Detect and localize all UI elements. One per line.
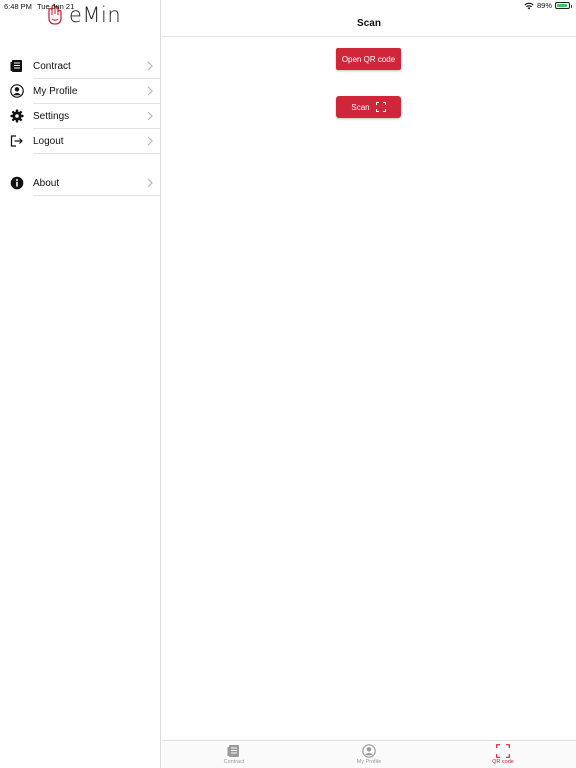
tab-qr-code[interactable]: QR code — [473, 744, 533, 765]
sidebar-item-about[interactable]: About — [0, 171, 161, 196]
chevron-right-icon — [147, 178, 153, 188]
sidebar-item-label: Settings — [33, 111, 70, 122]
chevron-right-icon — [147, 86, 153, 96]
open-qr-code-label: Open QR code — [341, 54, 396, 64]
info-icon — [10, 176, 24, 190]
sidebar-item-label: About — [33, 178, 60, 189]
sidebar-item-label: Contract — [33, 61, 71, 72]
chevron-right-icon — [147, 111, 153, 121]
document-icon — [10, 60, 22, 72]
gear-icon — [10, 109, 24, 123]
page-title: Scan — [357, 18, 381, 29]
divider — [33, 153, 161, 154]
sidebar-item-logout[interactable]: Logout — [0, 129, 161, 154]
nav-divider — [162, 36, 576, 37]
scan-frame-icon — [375, 102, 386, 112]
sidebar: eMin Contract My Profile Settings Logout… — [0, 0, 161, 768]
status-bar: 6:48 PM Tue Jun 21 89% — [0, 0, 576, 12]
sidebar-item-label: Logout — [33, 136, 64, 147]
sidebar-item-settings[interactable]: Settings — [0, 104, 161, 129]
status-right: 89% — [524, 1, 572, 10]
status-time: 6:48 PM — [4, 2, 32, 11]
tab-label: Contract — [223, 759, 245, 765]
scan-label: Scan — [351, 102, 370, 112]
sidebar-item-label: My Profile — [33, 86, 78, 97]
scan-button[interactable]: Scan — [336, 96, 401, 118]
wifi-icon — [524, 2, 534, 9]
battery-fill — [557, 4, 567, 7]
tab-bar: Contract My Profile QR code — [162, 740, 576, 768]
main-content: Scan Open QR code Scan — [162, 0, 576, 768]
user-icon — [10, 84, 24, 98]
battery-icon — [555, 2, 572, 9]
tab-label: My Profile — [356, 759, 382, 765]
sidebar-item-my-profile[interactable]: My Profile — [0, 79, 161, 104]
user-icon — [362, 744, 376, 758]
qr-scan-icon — [496, 744, 510, 758]
tab-label: QR code — [492, 759, 514, 765]
tab-my-profile[interactable]: My Profile — [339, 744, 399, 765]
chevron-right-icon — [147, 136, 153, 146]
sidebar-item-contract[interactable]: Contract — [0, 54, 161, 79]
battery-percent: 89% — [536, 1, 552, 10]
status-date: Tue Jun 21 — [37, 2, 75, 11]
tab-contract[interactable]: Contract — [204, 744, 264, 765]
logout-icon — [10, 135, 23, 147]
chevron-right-icon — [147, 61, 153, 71]
divider — [33, 195, 161, 196]
sidebar-menu: Contract My Profile Settings Logout Abou… — [0, 54, 161, 196]
document-icon — [227, 745, 239, 757]
menu-gap — [0, 154, 161, 171]
open-qr-code-button[interactable]: Open QR code — [336, 48, 401, 70]
